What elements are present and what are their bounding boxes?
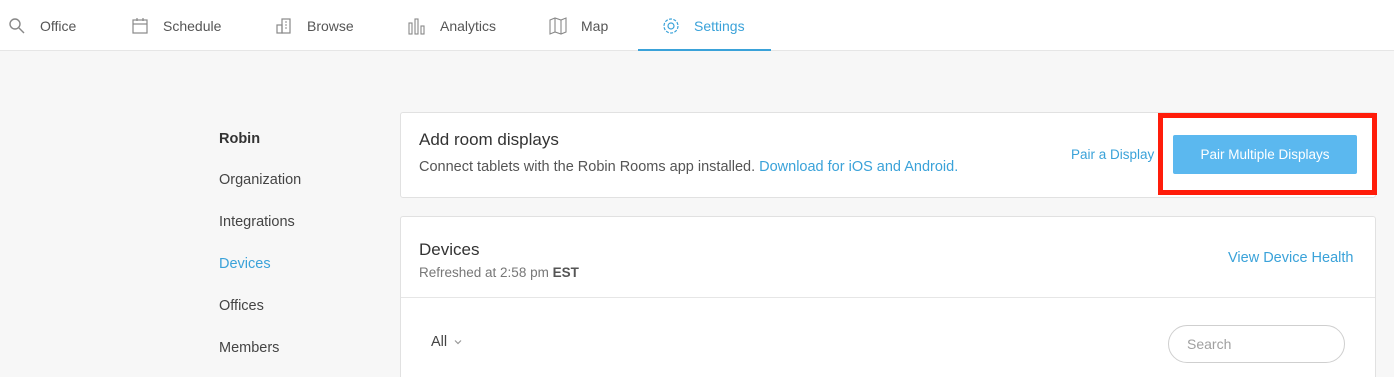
sidebar-item-integrations[interactable]: Integrations <box>219 214 295 230</box>
room-displays-title: Add room displays <box>419 130 559 149</box>
nav-item-analytics[interactable]: Analytics <box>408 0 496 51</box>
bar-chart-icon <box>408 17 426 35</box>
nav-label-browse: Browse <box>307 17 354 34</box>
gear-icon <box>662 17 680 35</box>
nav-label-map: Map <box>581 17 609 34</box>
download-apps-link[interactable]: Download for iOS and Android. <box>759 159 958 175</box>
nav-item-browse[interactable]: Browse <box>275 0 354 51</box>
refreshed-timezone: EST <box>552 265 579 280</box>
sidebar-item-organization[interactable]: Organization <box>219 172 301 188</box>
nav-item-schedule[interactable]: Schedule <box>131 0 221 51</box>
nav-label-schedule: Schedule <box>163 17 222 34</box>
devices-refreshed: Refreshed at 2:58 pm EST <box>419 265 579 280</box>
nav-item-office[interactable]: Office <box>8 0 76 51</box>
nav-item-map[interactable]: Map <box>549 0 608 51</box>
refreshed-time: Refreshed at 2:58 pm <box>419 265 549 280</box>
devices-divider <box>401 297 1375 298</box>
chevron-down-icon <box>453 337 463 347</box>
search-icon <box>8 17 26 35</box>
pair-display-link[interactable]: Pair a Display <box>1071 147 1154 162</box>
nav-label-settings: Settings <box>694 17 745 34</box>
sidebar-item-robin[interactable]: Robin <box>219 131 260 147</box>
building-icon <box>275 17 293 35</box>
sidebar-item-offices[interactable]: Offices <box>219 298 264 314</box>
sidebar-item-members[interactable]: Members <box>219 340 279 356</box>
map-icon <box>549 16 567 35</box>
devices-title: Devices <box>419 240 480 259</box>
active-tab-indicator <box>638 49 771 51</box>
top-nav: Office Schedule Browse Analytics Map Set… <box>0 0 1394 51</box>
calendar-icon <box>131 17 149 35</box>
device-filter-value: All <box>431 334 448 350</box>
room-displays-description-text: Connect tablets with the Robin Rooms app… <box>419 159 756 175</box>
sidebar-item-devices[interactable]: Devices <box>219 256 271 272</box>
nav-label-office: Office <box>40 17 77 34</box>
nav-label-analytics: Analytics <box>440 17 497 34</box>
nav-item-settings[interactable]: Settings <box>662 0 745 51</box>
device-search-input[interactable] <box>1168 325 1345 363</box>
view-device-health-link[interactable]: View Device Health <box>1228 250 1353 266</box>
device-filter-dropdown[interactable]: All <box>431 334 463 350</box>
pair-multiple-displays-button[interactable]: Pair Multiple Displays <box>1173 135 1357 174</box>
room-displays-description: Connect tablets with the Robin Rooms app… <box>419 159 958 175</box>
